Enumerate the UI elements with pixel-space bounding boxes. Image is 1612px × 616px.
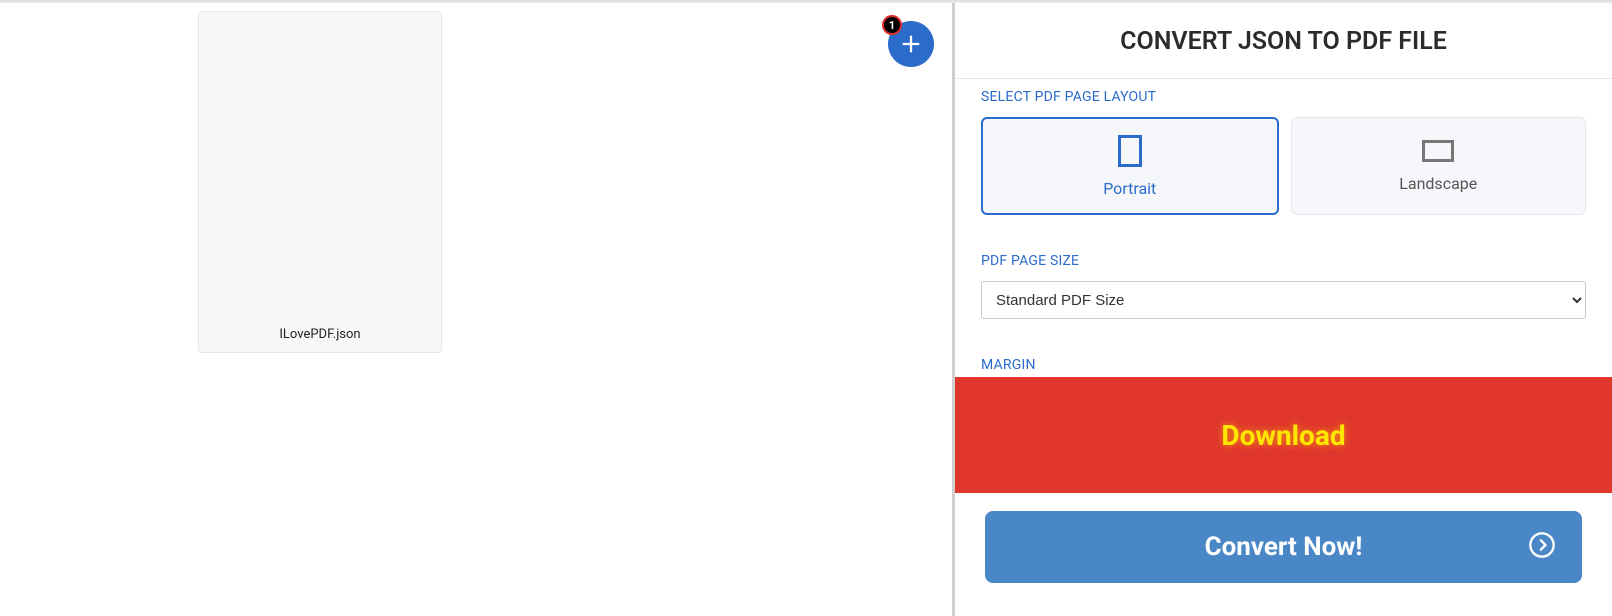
page-size-section-label: PDF PAGE SIZE (981, 253, 1586, 269)
portrait-icon (1118, 135, 1142, 167)
layout-options-row: Portrait Landscape (981, 117, 1586, 215)
file-name-label: ILovePDF.json (279, 327, 360, 342)
landscape-icon (1422, 140, 1454, 162)
portrait-label: Portrait (1103, 179, 1156, 198)
convert-button[interactable]: Convert Now! (985, 511, 1582, 583)
download-button[interactable]: Download (955, 377, 1612, 493)
left-panel: ILovePDF.json 1 (0, 3, 952, 616)
add-file-button[interactable]: 1 (888, 21, 934, 67)
main-container: ILovePDF.json 1 CONVERT JSON TO PDF FILE… (0, 3, 1612, 616)
convert-label: Convert Now! (1205, 532, 1363, 562)
page-size-select[interactable]: Standard PDF Size (981, 281, 1586, 319)
layout-option-landscape[interactable]: Landscape (1291, 117, 1587, 215)
panel-title: CONVERT JSON TO PDF FILE (955, 3, 1612, 79)
layout-option-portrait[interactable]: Portrait (981, 117, 1279, 215)
arrow-right-circle-icon (1528, 531, 1556, 563)
right-panel: CONVERT JSON TO PDF FILE SELECT PDF PAGE… (952, 3, 1612, 616)
file-count-badge: 1 (882, 15, 902, 35)
layout-section-label: SELECT PDF PAGE LAYOUT (981, 89, 1586, 105)
margin-section-label: MARGIN (981, 357, 1586, 373)
landscape-label: Landscape (1399, 174, 1477, 193)
download-label: Download (1221, 419, 1345, 452)
page-size-select-wrap: Standard PDF Size (981, 281, 1586, 319)
file-card[interactable]: ILovePDF.json (198, 11, 442, 353)
plus-icon (900, 33, 922, 55)
